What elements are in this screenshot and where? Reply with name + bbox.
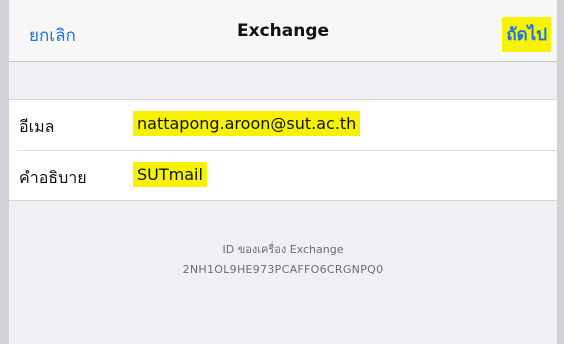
description-label: คำอธิบาย <box>19 168 87 187</box>
email-label: อีเมล <box>19 117 55 136</box>
description-row: คำอธิบาย SUTmail <box>17 150 557 200</box>
page-title: Exchange <box>236 21 330 41</box>
account-form: อีเมล nattapong.aroon@sut.ac.th คำอธิบาย… <box>9 99 557 201</box>
navigation-bar: ยกเลิก Exchange ถัดไป <box>9 0 557 62</box>
next-button[interactable]: ถัดไป <box>502 17 551 52</box>
description-field[interactable]: SUTmail <box>133 162 207 187</box>
email-field[interactable]: nattapong.aroon@sut.ac.th <box>133 111 361 136</box>
email-row: อีเมล nattapong.aroon@sut.ac.th <box>9 100 557 150</box>
exchange-account-sheet: ยกเลิก Exchange ถัดไป อีเมล nattapong.ar… <box>8 0 558 344</box>
device-id-value: 2NH1OL9HE973PCAFFO6CRGNPQ0 <box>182 263 384 276</box>
background-right-edge <box>558 0 564 344</box>
background-left-edge <box>0 0 8 344</box>
device-id-caption: ID ของเครื่อง Exchange <box>222 243 344 256</box>
